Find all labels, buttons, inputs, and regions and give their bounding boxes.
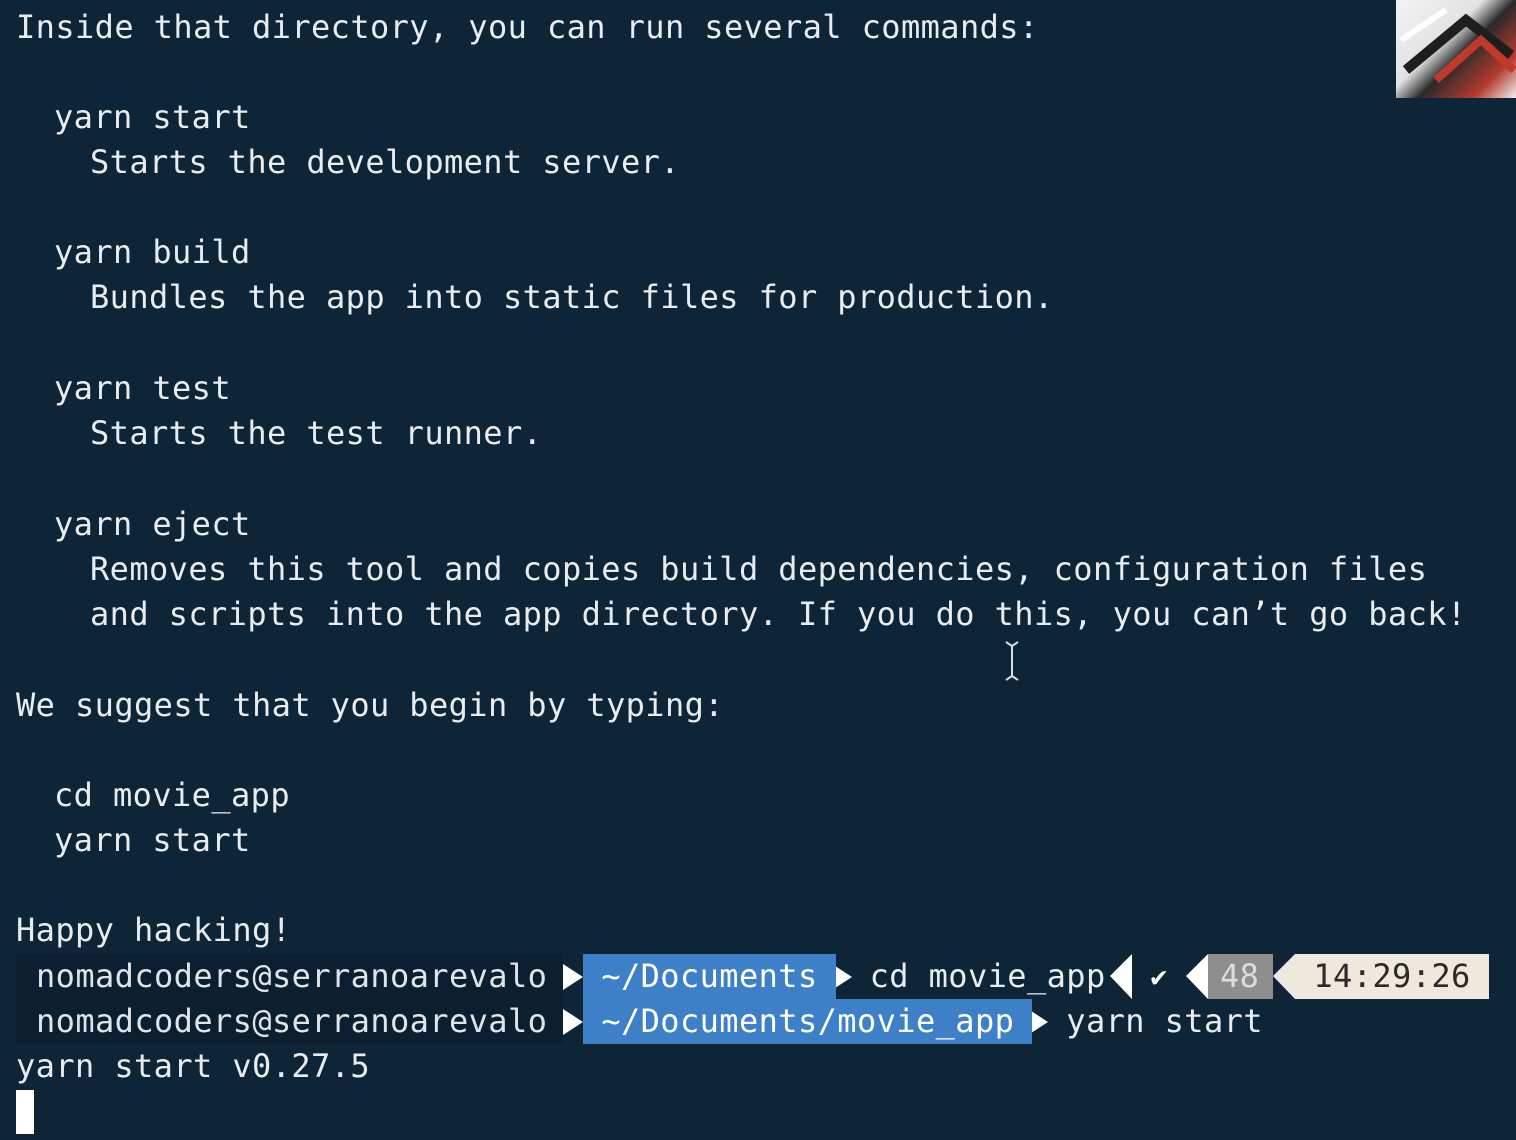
prompt-user: nomadcoders@serranoarevalo: [16, 954, 564, 999]
text-cursor-icon: [1005, 641, 1019, 681]
status-segment: ✔ 48 14:29:26: [1110, 954, 1489, 999]
command-yarn-eject: yarn eject: [54, 505, 251, 543]
command-description: Removes this tool and copies build depen…: [90, 550, 1428, 588]
separator-arrow-icon: [563, 1008, 584, 1035]
webcam-overlay: [1396, 0, 1516, 98]
separator-arrow-left-icon: [1110, 954, 1132, 999]
prompt-line: nomadcoders@serranoarevalo ~/Documents/m…: [16, 999, 1263, 1044]
suggested-command: yarn start: [54, 821, 251, 859]
time-badge: 14:29:26: [1295, 954, 1489, 999]
farewell-text: Happy hacking!: [16, 911, 292, 949]
separator-arrow-left-icon: [1273, 954, 1296, 999]
command-description: Bundles the app into static files for pr…: [90, 278, 1054, 316]
suggested-command: cd movie_app: [54, 776, 290, 814]
command-yarn-build: yarn build: [54, 233, 251, 271]
suggest-text: We suggest that you begin by typing:: [16, 686, 724, 724]
command-description: Starts the test runner.: [90, 414, 543, 452]
intro-text: Inside that directory, you can run sever…: [16, 8, 1039, 46]
prompt-directory: ~/Documents/movie_app: [583, 999, 1033, 1044]
separator-arrow-icon: [563, 963, 584, 990]
command-yarn-test: yarn test: [54, 369, 231, 407]
command-yarn-start: yarn start: [54, 98, 251, 136]
prompt-line: nomadcoders@serranoarevalo ~/Documents c…: [16, 954, 1106, 999]
check-icon: ✔: [1150, 960, 1168, 993]
prompt-directory: ~/Documents: [583, 954, 836, 999]
terminal-window[interactable]: Inside that directory, you can run sever…: [0, 0, 1516, 1140]
prompt-user: nomadcoders@serranoarevalo: [16, 999, 564, 1044]
prompt-command: cd movie_app: [869, 957, 1106, 995]
history-count: 48: [1208, 954, 1274, 999]
prompt-command: yarn start: [1066, 1002, 1263, 1040]
command-description: Starts the development server.: [90, 143, 680, 181]
output-line: yarn start v0.27.5: [16, 1047, 370, 1085]
separator-arrow-left-icon: [1186, 954, 1208, 999]
command-description: and scripts into the app directory. If y…: [90, 595, 1467, 633]
terminal-cursor: [16, 1090, 34, 1134]
